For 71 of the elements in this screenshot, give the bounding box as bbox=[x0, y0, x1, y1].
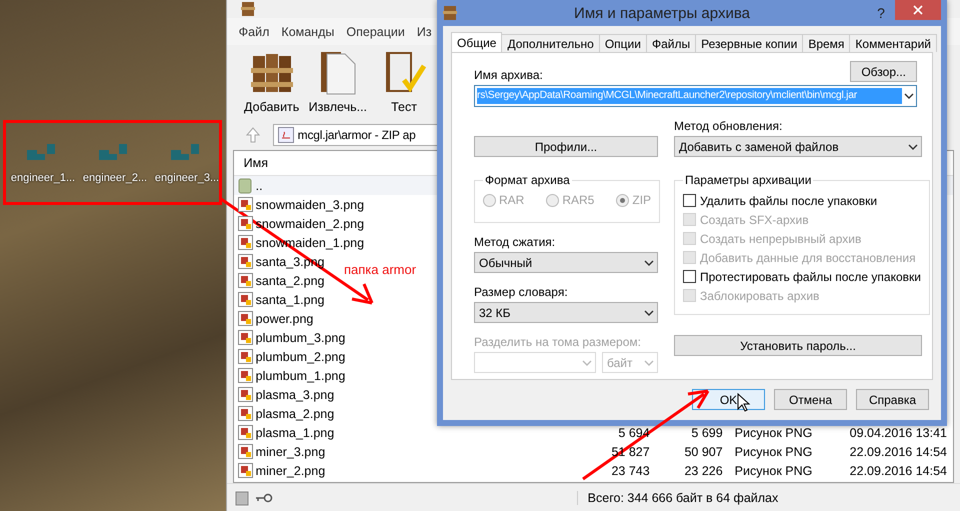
close-button[interactable] bbox=[895, 0, 941, 20]
archive-format-group: Формат архива RAR RAR5 ZIP bbox=[474, 173, 660, 223]
file-name-cell[interactable]: plumbum_1.png bbox=[234, 368, 346, 383]
file-name-cell[interactable]: plasma_2.png bbox=[234, 406, 334, 421]
desktop-icon-label[interactable]: engineer_2... bbox=[82, 172, 148, 184]
checkbox-option[interactable]: Удалить файлы после упаковки bbox=[683, 191, 921, 210]
field-label: Метод сжатия: bbox=[474, 235, 556, 249]
tab[interactable]: Общие bbox=[451, 32, 502, 52]
toolbar-button[interactable]: Извлечь... bbox=[308, 48, 368, 114]
tab[interactable]: Комментарий bbox=[849, 34, 938, 52]
file-name-cell[interactable]: santa_2.png bbox=[234, 273, 324, 288]
menu-item[interactable]: Команды bbox=[281, 24, 334, 38]
field-label: Размер словаря: bbox=[474, 285, 569, 299]
desktop-icon-label[interactable]: engineer_1... bbox=[10, 172, 76, 184]
java-file-icon bbox=[278, 127, 294, 143]
profiles-button[interactable]: Профили... bbox=[474, 136, 658, 157]
size-cell-text: 23 743 bbox=[610, 464, 651, 478]
menu-item[interactable]: Операции bbox=[346, 24, 405, 38]
field-label: Метод обновления: bbox=[674, 119, 784, 133]
file-name-cell[interactable]: miner_2.png bbox=[234, 463, 326, 478]
file-name-cell[interactable]: plumbum_2.png bbox=[234, 349, 346, 364]
file-name-cell[interactable]: plasma_3.png bbox=[234, 387, 334, 402]
file-name-cell[interactable]: snowmaiden_3.png bbox=[234, 197, 364, 212]
file-name-cell[interactable]: plasma_1.png bbox=[234, 425, 334, 440]
up-arrow-icon bbox=[246, 127, 260, 143]
dialog-button[interactable]: Справка bbox=[856, 389, 929, 410]
modified-date-cell-text: 09.04.2016 13:41 bbox=[848, 426, 948, 440]
checkbox-option[interactable]: Протестировать файлы после упаковки bbox=[683, 267, 921, 286]
tab[interactable]: Опции bbox=[598, 34, 647, 52]
toolbar-button[interactable]: Тест bbox=[375, 48, 434, 114]
volume-size-dropdown[interactable] bbox=[474, 352, 596, 373]
app-logo-icon bbox=[443, 5, 457, 21]
dictionary-size-dropdown[interactable]: 32 КБ bbox=[474, 302, 658, 323]
app-logo-icon bbox=[240, 1, 255, 17]
modified-date-cell-text: 22.09.2016 14:54 bbox=[848, 464, 948, 478]
drive-icon bbox=[234, 490, 249, 506]
update-method-dropdown[interactable]: Добавить с заменой файлов bbox=[674, 136, 922, 157]
annotation-text: папка armor bbox=[344, 262, 416, 277]
browse-button[interactable]: Обзор... bbox=[850, 61, 917, 82]
compression-dropdown[interactable]: Обычный bbox=[474, 252, 658, 273]
toolbar-button[interactable]: Добавить bbox=[242, 48, 301, 114]
packed-size-cell-text: 23 226 bbox=[683, 464, 724, 478]
set-password-button[interactable]: Установить пароль... bbox=[674, 335, 922, 356]
file-name-cell[interactable]: .. bbox=[234, 178, 263, 194]
dialog-title: Имя и параметры архива bbox=[573, 4, 751, 22]
file-name-cell[interactable]: power.png bbox=[234, 311, 314, 326]
file-type-cell-text: Рисунок PNG bbox=[734, 464, 814, 478]
modified-date-cell-text: 22.09.2016 14:54 bbox=[848, 444, 948, 458]
file-name-cell[interactable]: santa_1.png bbox=[234, 292, 324, 307]
status-text: Всего: 344 666 байт в 64 файлах bbox=[576, 490, 778, 504]
desktop-icon-label[interactable]: engineer_3... bbox=[154, 172, 220, 184]
menu-item[interactable]: Из bbox=[416, 24, 432, 38]
field-label: Имя архива: bbox=[474, 68, 543, 82]
menu-item[interactable]: Файл bbox=[238, 24, 270, 38]
dialog-button[interactable]: Отмена bbox=[774, 389, 847, 410]
key-icon bbox=[254, 492, 273, 502]
packed-size-cell-text: 5 699 bbox=[690, 426, 724, 440]
tab[interactable]: Время bbox=[802, 34, 850, 52]
file-name-cell[interactable]: plumbum_3.png bbox=[234, 330, 346, 345]
field-label: Разделить на тома размером: bbox=[474, 335, 642, 349]
close-icon bbox=[913, 5, 923, 15]
file-type-cell-text: Рисунок PNG bbox=[734, 444, 814, 458]
archive-options-group: Параметры архивации Удалить файлы после упаковки Создать SFX-архив Создать непрерывный архив Добавить данные для восстановления Протестировать файлы после упаковки Заблокировать архив bbox=[674, 173, 930, 315]
folder-icon bbox=[238, 178, 253, 194]
file-type-cell-text: Рисунок PNG bbox=[734, 426, 814, 440]
mouse-cursor-icon bbox=[737, 393, 749, 412]
tab[interactable]: Дополнительно bbox=[501, 34, 600, 52]
packed-size-cell-text: 50 907 bbox=[683, 444, 724, 458]
file-name-cell[interactable]: miner_3.png bbox=[234, 444, 326, 459]
tab[interactable]: Резервные копии bbox=[695, 34, 804, 52]
help-button[interactable]: ? bbox=[867, 3, 895, 23]
